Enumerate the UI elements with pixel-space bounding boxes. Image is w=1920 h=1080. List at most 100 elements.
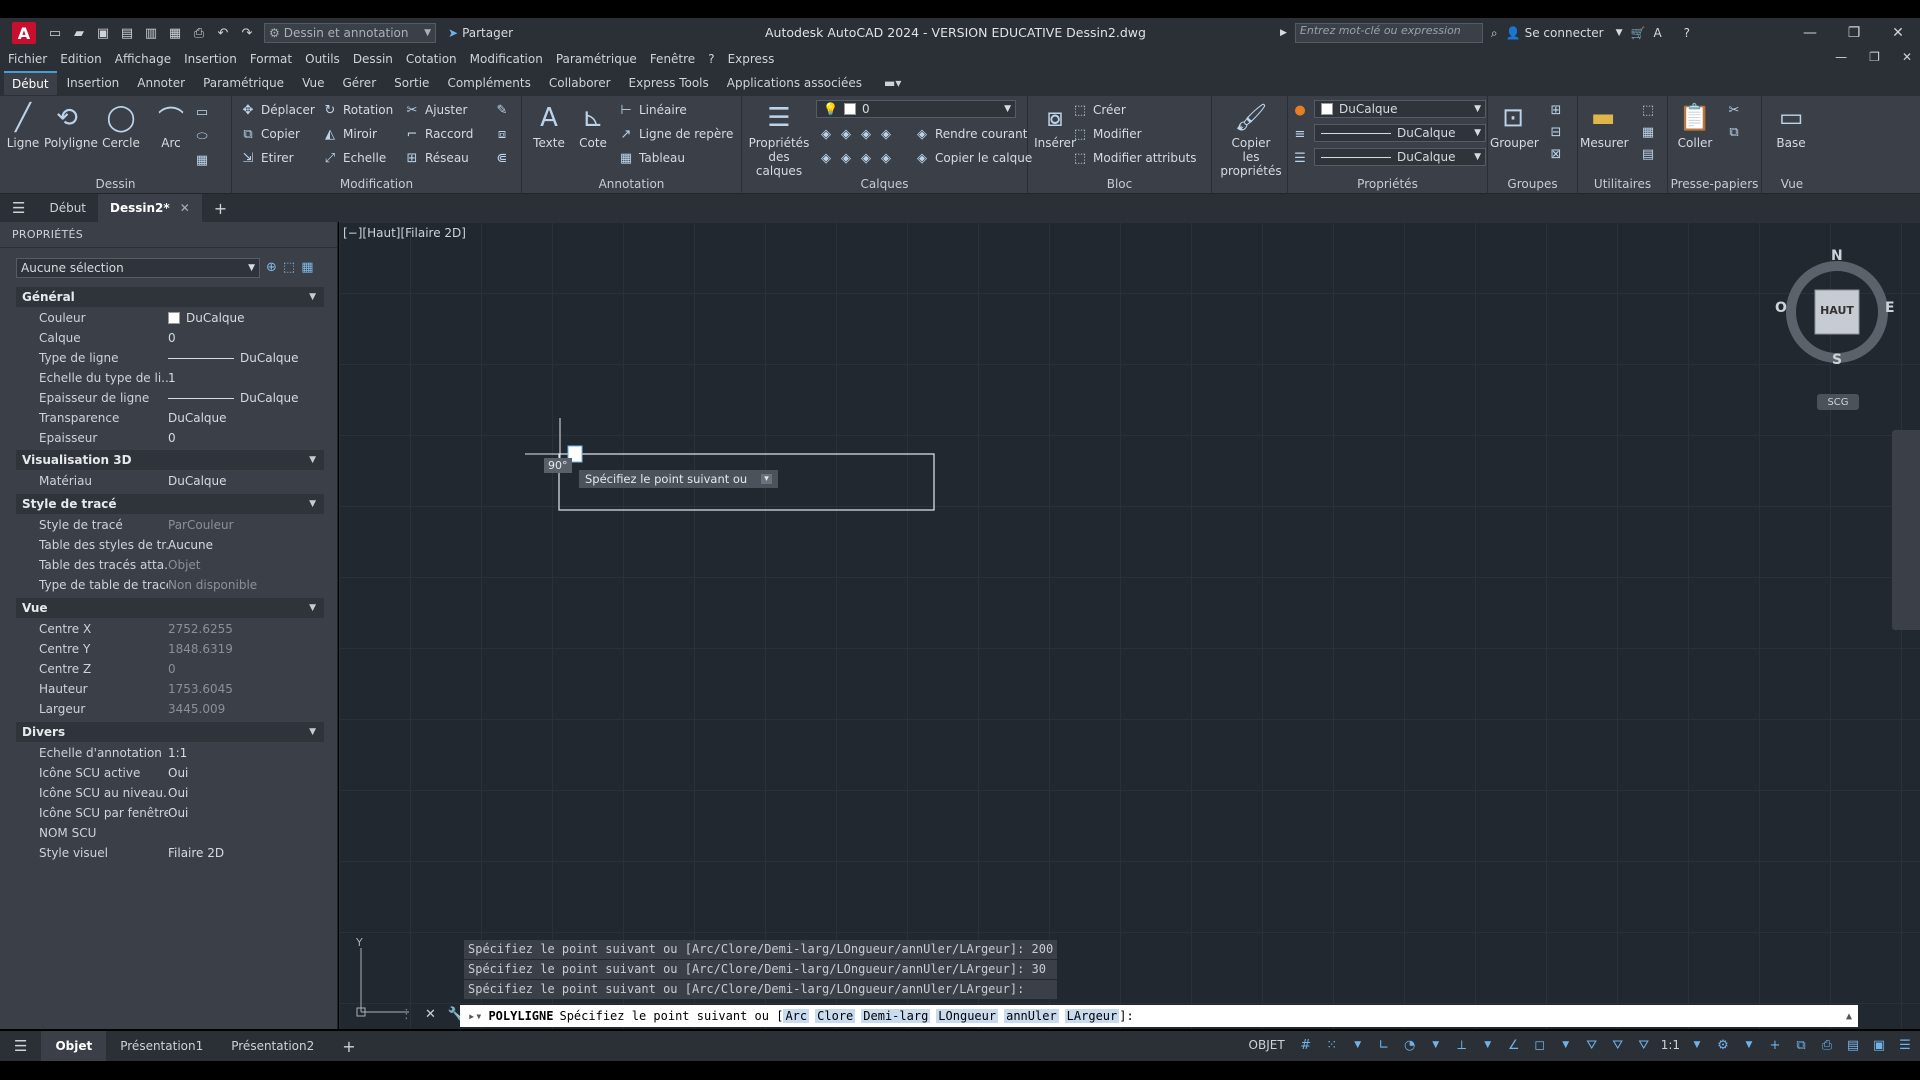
layer-tools-row2[interactable]: ◈ ◈ ◈ ◈ — [818, 150, 894, 166]
panel-title-modification[interactable]: Modification — [232, 177, 521, 191]
compass-north[interactable]: N — [1831, 248, 1843, 264]
stretch-tool[interactable]: ⇲ Etirer — [240, 150, 294, 166]
chevron-down-icon[interactable]: ▼ — [1349, 1036, 1367, 1054]
property-row[interactable]: Echelle d'annotation 1:1 — [16, 743, 324, 763]
layouts-menu-icon[interactable]: ☰ — [0, 1031, 41, 1061]
property-row[interactable]: Hauteur 1753.6045 — [16, 679, 324, 699]
doc-restore-icon[interactable]: ❐ — [1869, 50, 1880, 64]
workspace-dropdown[interactable]: ⚙ Dessin et annotation ▼ — [264, 23, 436, 43]
compass-south[interactable]: S — [1832, 352, 1842, 368]
maximize-icon[interactable]: ❐ — [1832, 18, 1876, 48]
add-layout-button[interactable]: + — [328, 1031, 369, 1061]
menu-item[interactable]: Edition — [60, 52, 102, 66]
property-row[interactable]: Style de tracé ParCouleur — [16, 515, 324, 535]
clean-screen-icon[interactable]: ▣ — [1870, 1036, 1888, 1054]
menu-item[interactable]: Modification — [470, 52, 543, 66]
doc-close-icon[interactable]: ✕ — [1902, 50, 1912, 64]
tab-model[interactable]: Objet — [41, 1031, 107, 1061]
tab-vue[interactable]: Vue — [294, 72, 332, 94]
grip-icon[interactable]: ⋮ — [400, 1007, 413, 1022]
rotate-tool[interactable]: ↻ Rotation — [322, 102, 394, 118]
tab-express-tools[interactable]: Express Tools — [621, 72, 717, 94]
offset-tool[interactable]: ⋐ — [494, 150, 510, 166]
ortho-icon[interactable]: ∟ — [1375, 1036, 1393, 1054]
isodraft-icon[interactable]: ⟂ — [1453, 1036, 1471, 1054]
selection-dropdown[interactable]: Aucune sélection ▼ — [16, 258, 260, 278]
drawing-canvas[interactable]: [−][Haut][Filaire 2D] 90° Spécifiez le p… — [339, 222, 1920, 1029]
tab-parametrique[interactable]: Paramétrique — [195, 72, 292, 94]
array-tool[interactable]: ⊞ Réseau — [404, 150, 469, 166]
option-arc[interactable]: Arc — [783, 1009, 810, 1023]
ribbon-toggle-icon[interactable]: ▬▾ — [884, 76, 901, 90]
lineweight-dropdown[interactable]: DuCalque ▼ — [1314, 148, 1486, 166]
lineweight-icon[interactable]: ☰ — [1292, 150, 1308, 166]
doc-minimize-icon[interactable]: — — [1835, 50, 1847, 64]
property-row[interactable]: NOM SCU — [16, 823, 324, 843]
move-tool[interactable]: ✥ Déplacer — [240, 102, 315, 118]
category-misc[interactable]: Divers ▼ — [16, 722, 324, 742]
trim-tool[interactable]: ✂ Ajuster — [404, 102, 468, 118]
text-tool[interactable]: A Texte — [526, 100, 572, 150]
mirror-tool[interactable]: ◭ Miroir — [322, 126, 377, 142]
panel-title-annotation[interactable]: Annotation — [522, 177, 741, 191]
menu-item[interactable]: Format — [250, 52, 292, 66]
redo-icon[interactable]: ↷ — [238, 24, 256, 42]
properties-header[interactable]: PROPRIÉTÉS — [0, 222, 337, 248]
rectangle-tool[interactable]: ▭ — [194, 104, 210, 120]
utility-tools[interactable]: ⬚ ▦ ▤ — [1640, 102, 1656, 162]
plus-icon[interactable]: + — [1766, 1036, 1784, 1054]
annotation-visibility-icon[interactable]: ⛛ — [1583, 1036, 1601, 1054]
menu-item[interactable]: Fichier — [8, 52, 47, 66]
property-row[interactable]: Calque 0 — [16, 328, 324, 348]
tab-insertion[interactable]: Insertion — [59, 72, 128, 94]
color-dropdown[interactable]: DuCalque ▼ — [1314, 100, 1486, 118]
compass-east[interactable]: E — [1885, 300, 1895, 316]
panel-title-calques[interactable]: Calques — [742, 177, 1027, 191]
chevron-down-icon[interactable]: ▼ — [1557, 1036, 1575, 1054]
ucs-menu[interactable]: SCG — [1817, 394, 1859, 410]
menu-item[interactable]: Outils — [305, 52, 340, 66]
chevron-down-icon[interactable]: ▼ — [1479, 1036, 1497, 1054]
layer-properties-tool[interactable]: ☰ Propriétés des calques — [746, 100, 812, 178]
open-folder-icon[interactable]: ▰ — [70, 24, 88, 42]
copy-layer-tool[interactable]: ◈ Copier le calque — [914, 150, 1032, 166]
property-row[interactable]: Icône SCU par fenêtre Oui — [16, 803, 324, 823]
panel-title-utilitaires[interactable]: Utilitaires — [1578, 177, 1667, 191]
property-row[interactable]: Transparence DuCalque — [16, 408, 324, 428]
object-snap-icon[interactable]: ◻ — [1531, 1036, 1549, 1054]
property-row[interactable]: Table des tracés atta... Objet — [16, 555, 324, 575]
model-space-label[interactable]: OBJET — [1249, 1038, 1285, 1052]
menu-item[interactable]: Express — [728, 52, 775, 66]
autocad-logo[interactable]: A — [12, 22, 36, 44]
property-row[interactable]: Echelle du type de li... 1 — [16, 368, 324, 388]
polyline-tool[interactable]: ⟲ Polyligne — [44, 100, 98, 150]
tab-layout1[interactable]: Présentation1 — [106, 1031, 217, 1061]
panel-title-proprietes[interactable]: Propriétés — [1288, 177, 1487, 191]
property-row[interactable]: Couleur DuCalque — [16, 308, 324, 328]
table-tool[interactable]: ▦ Tableau — [618, 150, 685, 166]
close-tab-icon[interactable]: ✕ — [180, 201, 190, 215]
base-view-tool[interactable]: ▭ Base — [1768, 100, 1814, 150]
property-row[interactable]: Icône SCU active Oui — [16, 763, 324, 783]
tab-dessin2[interactable]: Dessin2* ✕ — [98, 194, 202, 222]
measure-tool[interactable]: ▬ Mesurer — [1580, 100, 1629, 150]
layer-tools-row1[interactable]: ◈ ◈ ◈ ◈ — [818, 126, 894, 142]
new-file-icon[interactable]: ▭ — [46, 24, 64, 42]
grid-icon[interactable]: # — [1297, 1036, 1315, 1054]
auto-scale-icon[interactable]: ⛛ — [1609, 1036, 1627, 1054]
category-3d[interactable]: Visualisation 3D ▼ — [16, 450, 324, 470]
circle-tool[interactable]: ◯ Cercle — [98, 100, 144, 150]
annotation-scale-icon[interactable]: ⛛ — [1635, 1036, 1653, 1054]
undo-icon[interactable]: ↶ — [214, 24, 232, 42]
plot-icon[interactable]: ▦ — [166, 24, 184, 42]
property-row[interactable]: Icône SCU au niveau... Oui — [16, 783, 324, 803]
chevron-down-icon[interactable]: ▼ — [1688, 1036, 1706, 1054]
ellipse-tool[interactable]: ⬭ — [194, 128, 210, 144]
minimize-icon[interactable]: — — [1788, 18, 1832, 48]
chevron-down-icon[interactable]: ▼ — [1740, 1036, 1758, 1054]
panel-title-vue[interactable]: Vue — [1762, 177, 1822, 191]
match-properties-tool[interactable]: 🖌 Copier les propriétés — [1218, 100, 1284, 178]
option-longueur[interactable]: LOngueur — [936, 1009, 999, 1023]
scale-tool[interactable]: ⤢ Echelle — [322, 150, 386, 166]
panel-title-groupes[interactable]: Groupes — [1488, 177, 1577, 191]
